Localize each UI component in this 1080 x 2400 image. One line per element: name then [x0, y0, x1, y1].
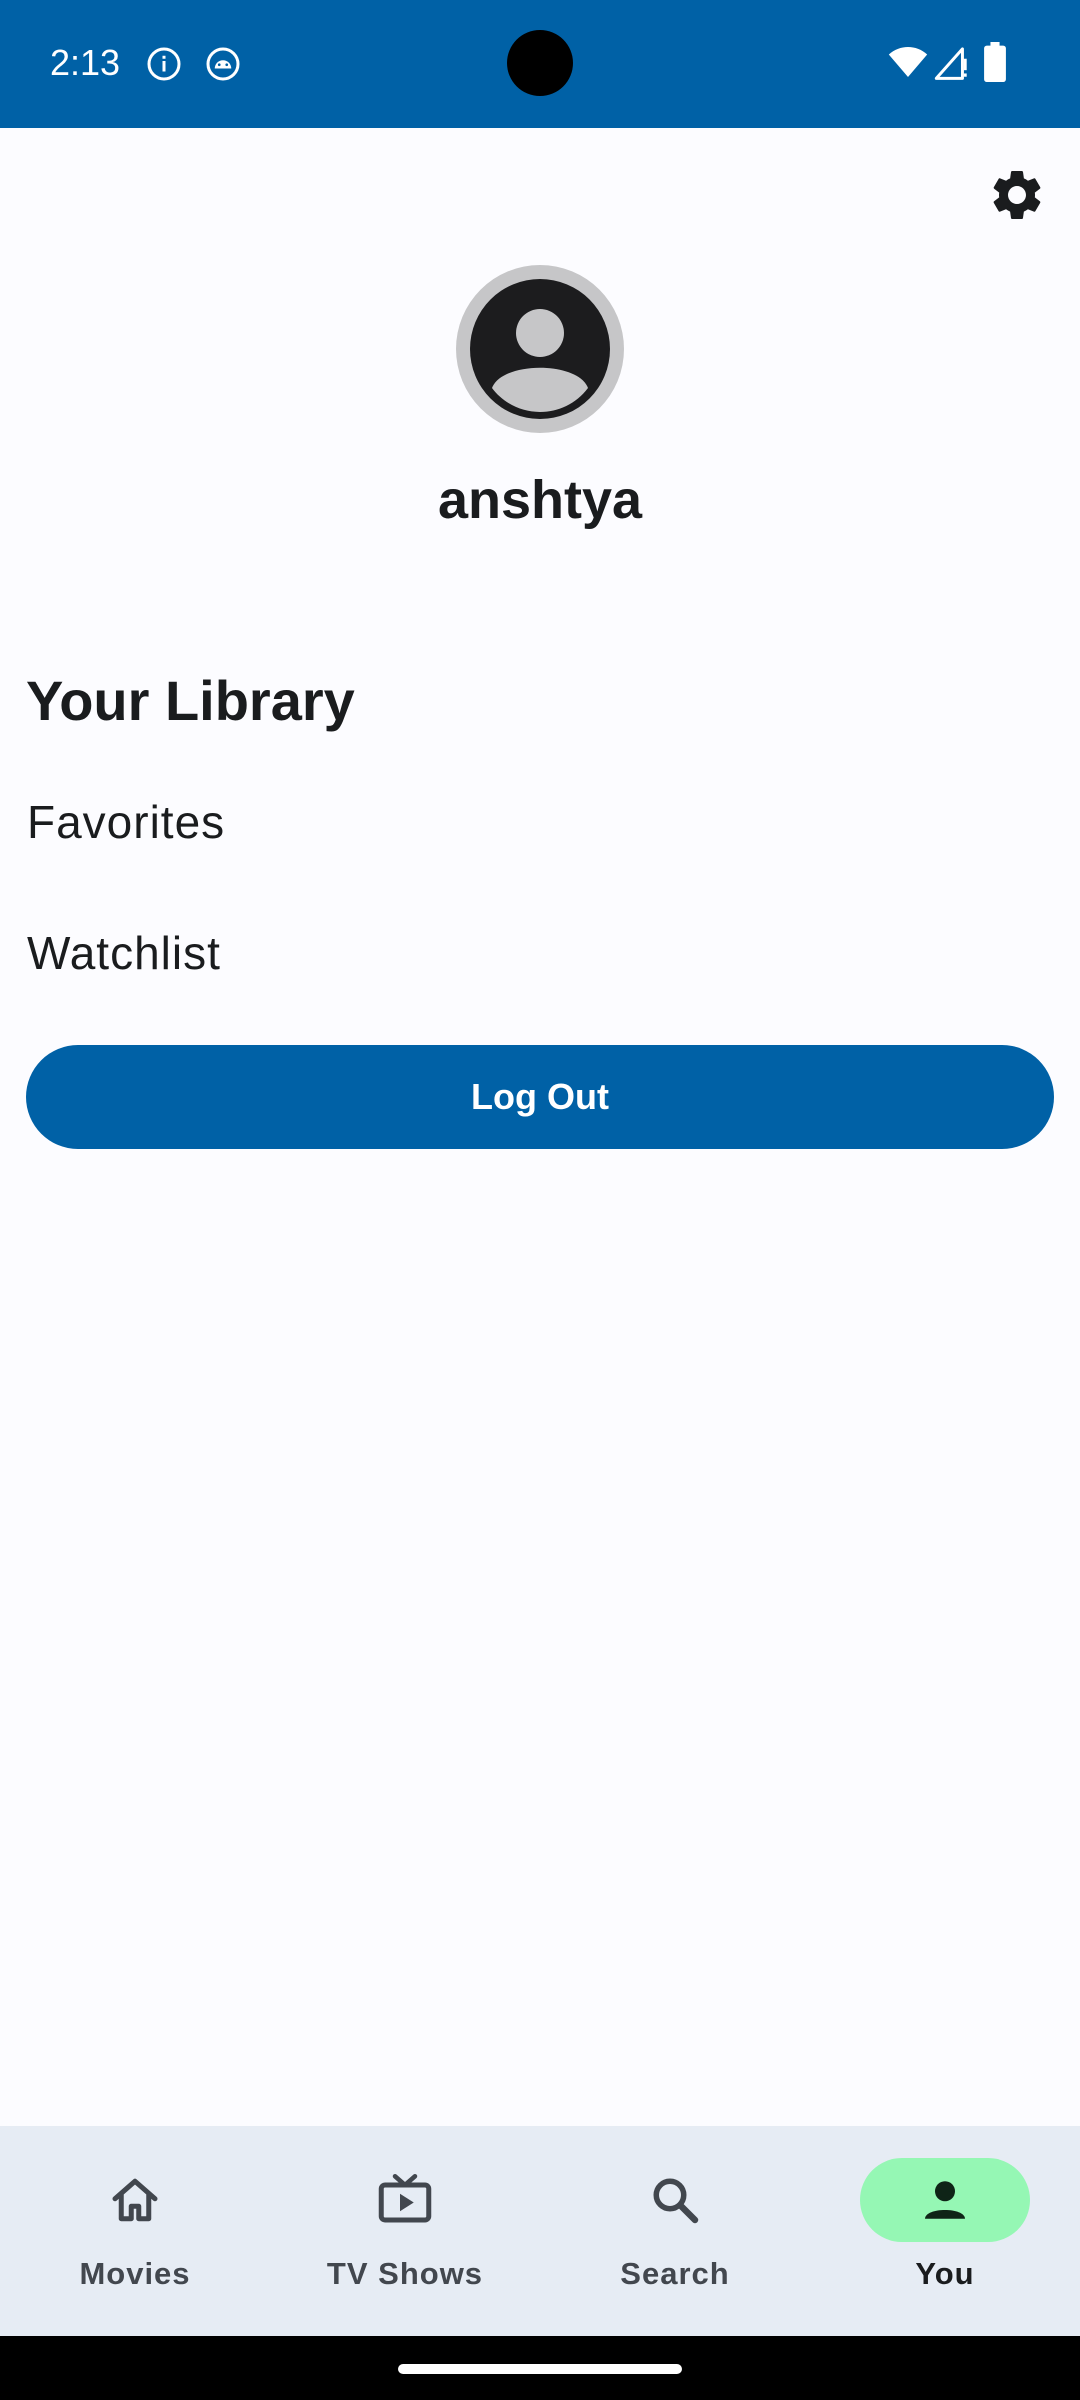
- home-icon: [112, 2178, 158, 2222]
- favorites-item[interactable]: Favorites: [0, 766, 1080, 866]
- status-time: 2:13: [50, 42, 121, 83]
- home-gesture-handle[interactable]: [398, 2364, 682, 2374]
- library-title: Your Library: [26, 669, 355, 732]
- watchlist-label: Watchlist: [27, 927, 221, 979]
- nav-label-tv-shows: TV Shows: [326, 2256, 484, 2291]
- camera-cutout: [507, 30, 573, 96]
- info-icon: [147, 47, 181, 81]
- gear-icon: [993, 171, 1041, 219]
- nav-item-search[interactable]: Search: [540, 2126, 810, 2336]
- signal-icon: [934, 47, 967, 80]
- nav-item-tv-shows[interactable]: TV Shows: [270, 2126, 540, 2336]
- watchlist-item[interactable]: Watchlist: [0, 897, 1080, 997]
- nav-label-movies: Movies: [79, 2256, 191, 2291]
- nav-item-movies[interactable]: Movies: [0, 2126, 270, 2336]
- nav-label-you: You: [915, 2256, 975, 2291]
- tv-icon: [378, 2174, 432, 2223]
- settings-button[interactable]: [982, 160, 1052, 230]
- username: anshtya: [437, 470, 643, 530]
- battery-icon: [984, 42, 1006, 82]
- person-icon: [925, 2181, 965, 2219]
- favorites-label: Favorites: [27, 796, 226, 848]
- logout-button[interactable]: Log Out: [26, 1045, 1054, 1149]
- search-icon: [653, 2178, 699, 2224]
- nav-label-search: Search: [620, 2256, 730, 2291]
- status-bar: 2:13: [0, 0, 1080, 128]
- account-circle-icon: [456, 265, 624, 433]
- android-debug-icon: [206, 47, 240, 81]
- bottom-navigation-bar: Movies TV Shows Search You: [0, 2126, 1080, 2336]
- nav-item-you[interactable]: You: [810, 2126, 1080, 2336]
- wifi-icon: [888, 47, 928, 77]
- gesture-navigation-area: [0, 2336, 1080, 2400]
